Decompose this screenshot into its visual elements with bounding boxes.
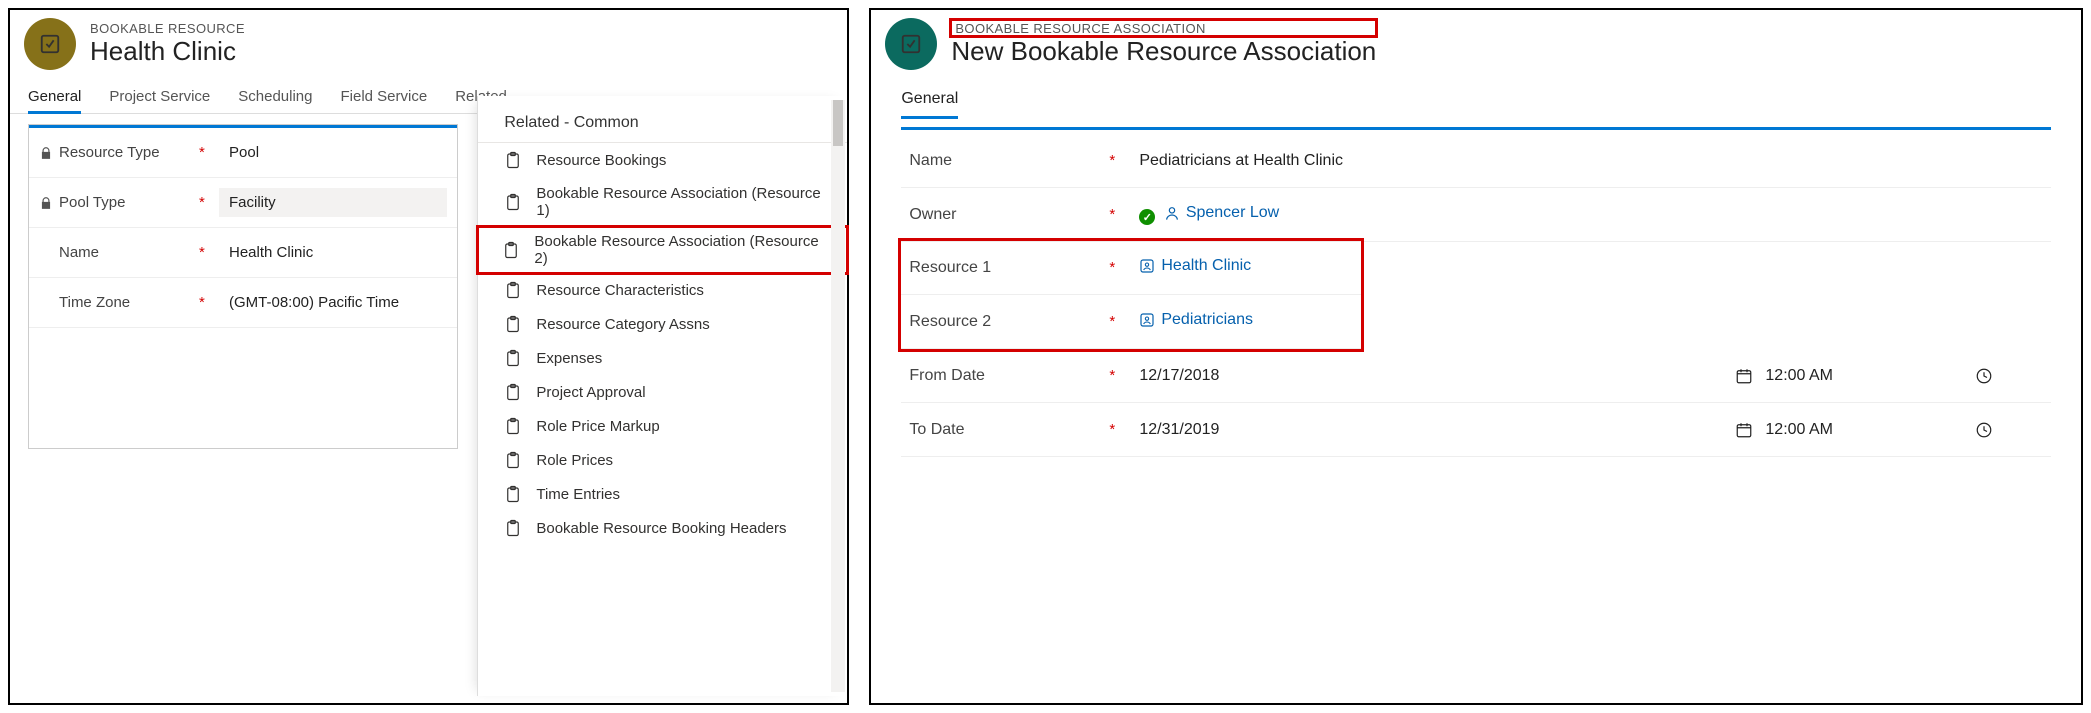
owner-lookup[interactable]: Spencer Low [1164, 204, 1279, 222]
to-date-value[interactable]: 12/31/2019 [1139, 421, 1339, 439]
from-date-value[interactable]: 12/17/2018 [1139, 367, 1339, 385]
related-item[interactable]: Resource Category Assns [478, 307, 847, 341]
clipboard-icon [502, 241, 520, 259]
clipboard-icon [504, 315, 522, 333]
row-resource-2: Resource 2 * Pediatricians [901, 295, 1361, 349]
lock-icon [39, 146, 53, 160]
value-resource-type[interactable]: Pool [219, 138, 447, 167]
person-icon [1164, 205, 1180, 221]
calendar-icon[interactable] [1735, 421, 1753, 439]
to-time-value[interactable]: 12:00 AM [1765, 421, 1833, 439]
tab-scheduling[interactable]: Scheduling [238, 84, 312, 113]
clipboard-icon [504, 485, 522, 503]
left-header: BOOKABLE RESOURCE Health Clinic [10, 10, 847, 74]
tab-general[interactable]: General [901, 86, 958, 119]
tab-field-service[interactable]: Field Service [340, 84, 427, 113]
row-name: Name * Health Clinic [29, 228, 457, 278]
value-name[interactable]: Pediatricians at Health Clinic [1129, 146, 2043, 176]
calendar-icon[interactable] [1735, 367, 1753, 385]
clipboard-icon [504, 519, 522, 537]
right-header: BOOKABLE RESOURCE ASSOCIATION New Bookab… [871, 10, 2081, 74]
value-time-zone[interactable]: (GMT-08:00) Pacific Time [219, 288, 399, 317]
right-form: Name * Pediatricians at Health Clinic Ow… [901, 127, 2051, 457]
clipboard-icon [504, 451, 522, 469]
value-pool-type[interactable]: Facility [219, 188, 447, 217]
related-title: Related - Common [478, 114, 847, 143]
value-name[interactable]: Health Clinic [219, 238, 447, 267]
related-dropdown: Related - Common Resource BookingsBookab… [477, 96, 847, 696]
lock-icon [39, 196, 53, 210]
association-entity-icon [885, 18, 937, 70]
page-title: Health Clinic [90, 36, 245, 67]
row-time-zone: Time Zone * (GMT-08:00) Pacific Time [29, 278, 457, 328]
row-from-date: From Date * 12/17/2018 12:00 AM [901, 349, 2051, 403]
bookable-resource-association-panel: BOOKABLE RESOURCE ASSOCIATION New Bookab… [869, 8, 2083, 705]
resource-entity-icon [24, 18, 76, 70]
tab-project-service[interactable]: Project Service [109, 84, 210, 113]
related-item[interactable]: Expenses [478, 341, 847, 375]
resource-icon [1139, 258, 1155, 274]
clock-icon[interactable] [1975, 421, 1993, 439]
entity-type-label: BOOKABLE RESOURCE ASSOCIATION [955, 21, 1205, 36]
from-time-value[interactable]: 12:00 AM [1765, 367, 1833, 385]
row-owner: Owner * Spencer Low [901, 188, 2051, 242]
related-item[interactable]: Resource Characteristics [478, 273, 847, 307]
resource-icon [1139, 312, 1155, 328]
row-resource-type: Resource Type * Pool [29, 128, 457, 178]
page-title: New Bookable Resource Association [951, 36, 1376, 67]
row-resource-1: Resource 1 * Health Clinic [901, 241, 1361, 295]
related-item[interactable]: Role Price Markup [478, 409, 847, 443]
related-item[interactable]: Bookable Resource Association (Resource … [478, 227, 847, 273]
related-item[interactable]: Resource Bookings [478, 143, 847, 177]
clipboard-icon [504, 193, 522, 211]
bookable-resource-panel: BOOKABLE RESOURCE Health Clinic General … [8, 8, 849, 705]
related-item[interactable]: Bookable Resource Booking Headers [478, 511, 847, 545]
clipboard-icon [504, 151, 522, 169]
clock-icon[interactable] [1975, 367, 1993, 385]
entity-type-highlight: BOOKABLE RESOURCE ASSOCIATION [951, 20, 1376, 36]
left-form: Resource Type * Pool Pool Type * Facilit… [28, 124, 458, 449]
related-item[interactable]: Time Entries [478, 477, 847, 511]
related-item[interactable]: Bookable Resource Association (Resource … [478, 177, 847, 227]
check-icon [1139, 209, 1155, 225]
value-resource-2[interactable]: Pediatricians [1129, 305, 1353, 339]
tab-general[interactable]: General [28, 84, 81, 113]
clipboard-icon [504, 417, 522, 435]
related-item[interactable]: Role Prices [478, 443, 847, 477]
value-resource-1[interactable]: Health Clinic [1129, 251, 1353, 285]
resource2-lookup[interactable]: Pediatricians [1139, 311, 1253, 329]
clipboard-icon [504, 383, 522, 401]
entity-type-label: BOOKABLE RESOURCE [90, 21, 245, 36]
resource1-lookup[interactable]: Health Clinic [1139, 257, 1251, 275]
row-pool-type: Pool Type * Facility [29, 178, 457, 228]
row-to-date: To Date * 12/31/2019 12:00 AM [901, 403, 2051, 457]
resource-lookups-highlight: Resource 1 * Health Clinic Resource 2 * [901, 241, 1361, 349]
row-name: Name * Pediatricians at Health Clinic [901, 134, 2051, 188]
clipboard-icon [504, 281, 522, 299]
clipboard-icon [504, 349, 522, 367]
value-owner[interactable]: Spencer Low [1129, 198, 2043, 232]
related-item[interactable]: Project Approval [478, 375, 847, 409]
scrollbar[interactable] [831, 100, 845, 692]
